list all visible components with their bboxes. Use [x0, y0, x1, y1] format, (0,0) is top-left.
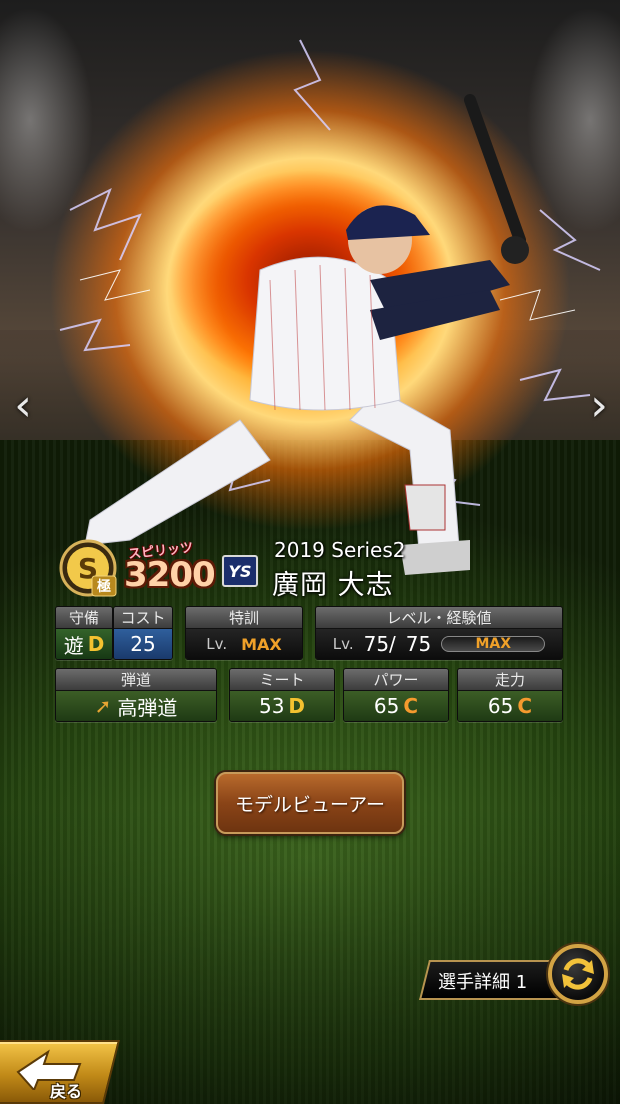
power-header: パワー — [344, 669, 448, 691]
trajectory-header: 弾道 — [56, 669, 216, 691]
prev-player-arrow[interactable]: ‹ — [8, 380, 38, 431]
level-lv-label: Lv. — [332, 635, 354, 653]
back-label[interactable]: 戻る — [50, 1078, 82, 1102]
level-current: 75/ — [363, 632, 396, 656]
training-value: Lv. MAX — [186, 629, 302, 659]
power-grade: C — [403, 694, 419, 718]
exp-max-label: MAX — [475, 636, 512, 652]
card-series: 2019 Series2 — [274, 538, 406, 562]
level-value: Lv. 75/ 75 MAX — [316, 629, 562, 659]
trajectory-arrow-icon: ➚ — [94, 694, 112, 718]
trajectory-box: 弾道 ➚ 高弾道 — [55, 668, 217, 722]
meet-grade: D — [288, 694, 306, 718]
training-header: 特訓 — [186, 607, 302, 629]
power-value: 65 — [373, 694, 400, 718]
model-viewer-button[interactable]: モデルビューアー — [216, 772, 404, 834]
rank-sub: 極 — [97, 578, 111, 595]
spirits-value: 3200 — [124, 555, 216, 595]
meet-value: 53 — [258, 694, 285, 718]
power-value-row: 65 C — [344, 691, 448, 721]
level-header: レベル・経験値 — [316, 607, 562, 629]
meet-value-row: 53 D — [230, 691, 334, 721]
defense-header: 守備 — [56, 607, 112, 629]
speed-box: 走力 65 C — [457, 668, 563, 722]
speed-value-row: 65 C — [458, 691, 562, 721]
defense-box: 守備 遊 D — [55, 606, 113, 660]
exp-bar: MAX — [441, 636, 546, 652]
trajectory-value-row: ➚ 高弾道 — [56, 691, 216, 721]
meet-header: ミート — [230, 669, 334, 691]
defense-grade: D — [87, 632, 105, 656]
speed-value: 65 — [487, 694, 514, 718]
player-figure — [84, 94, 529, 575]
power-box: パワー 65 C — [343, 668, 449, 722]
swap-button[interactable] — [548, 944, 608, 1004]
training-box: 特訓 Lv. MAX — [185, 606, 303, 660]
training-lv-label: Lv. — [206, 635, 228, 653]
cost-box: コスト 25 — [113, 606, 173, 660]
trajectory-value: 高弾道 — [117, 695, 178, 720]
level-box: レベル・経験値 Lv. 75/ 75 MAX — [315, 606, 563, 660]
cost-header: コスト — [114, 607, 172, 629]
rank-badge-icon: S 極 — [59, 539, 117, 597]
player-detail-label[interactable]: 選手詳細 1 — [438, 968, 527, 994]
training-max: MAX — [241, 634, 282, 654]
next-player-arrow[interactable]: › — [584, 380, 614, 431]
cost-value: 25 — [114, 629, 172, 659]
level-max: 75 — [405, 632, 432, 656]
speed-header: 走力 — [458, 669, 562, 691]
player-name: 廣岡 大志 — [272, 570, 394, 601]
team-logo-icon: YS — [222, 555, 258, 587]
speed-grade: C — [517, 694, 533, 718]
swap-icon — [562, 958, 594, 990]
meet-box: ミート 53 D — [229, 668, 335, 722]
defense-value: 遊 D — [56, 629, 112, 659]
defense-position: 遊 — [63, 633, 84, 658]
